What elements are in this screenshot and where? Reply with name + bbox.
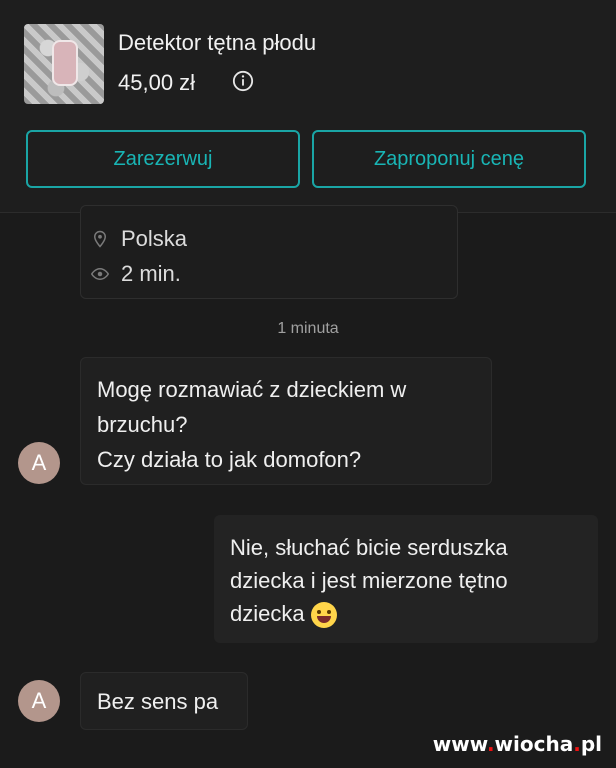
grinning-sweat-emoji-icon (310, 602, 337, 629)
eye-icon (91, 267, 109, 281)
watermark-suffix: pl (580, 732, 602, 756)
message-line: Nie, słuchać bicie serduszka (230, 535, 508, 560)
views-row: 2 min. (91, 261, 181, 287)
product-title: Detektor tętna płodu (118, 30, 317, 55)
listing-header: Detektor tętna płodu 45,00 zł Zarezerwuj… (0, 0, 616, 213)
product-image (52, 40, 78, 86)
message-line: dziecka i jest mierzone tętno (230, 568, 508, 593)
avatar[interactable]: A (18, 442, 60, 484)
info-icon[interactable] (232, 70, 254, 92)
watermark-name: wiocha (494, 732, 574, 756)
product-price: 45,00 zł (118, 70, 196, 95)
message-line: Czy działa to jak domofon? (97, 447, 362, 472)
make-offer-button[interactable]: Zaproponuj cenę (312, 130, 586, 188)
location-row: Polska (91, 226, 187, 252)
listing-details-card: Polska 2 min. (80, 205, 458, 299)
incoming-message: Mogę rozmawiać z dzieckiem w brzuchu? Cz… (80, 357, 492, 485)
message-line: Bez sens pa (97, 689, 219, 714)
location-text: Polska (121, 226, 188, 251)
avatar[interactable]: A (18, 680, 60, 722)
views-text: 2 min. (121, 261, 181, 286)
product-thumbnail[interactable] (24, 24, 104, 104)
outgoing-message: Nie, słuchać bicie serduszka dziecka i j… (214, 515, 598, 643)
reserve-button[interactable]: Zarezerwuj (26, 130, 300, 188)
watermark-prefix: www (432, 732, 487, 756)
message-line: brzuchu? (97, 412, 188, 437)
message-timestamp: 1 minuta (277, 320, 339, 337)
location-pin-icon (93, 230, 107, 248)
message-line: Mogę rozmawiać z dzieckiem w (97, 377, 407, 402)
incoming-message: Bez sens pa (80, 672, 248, 730)
message-line: dziecka (230, 601, 305, 626)
message-line-with-emoji: dziecka (230, 597, 582, 630)
watermark: www.wiocha.pl (432, 732, 602, 756)
